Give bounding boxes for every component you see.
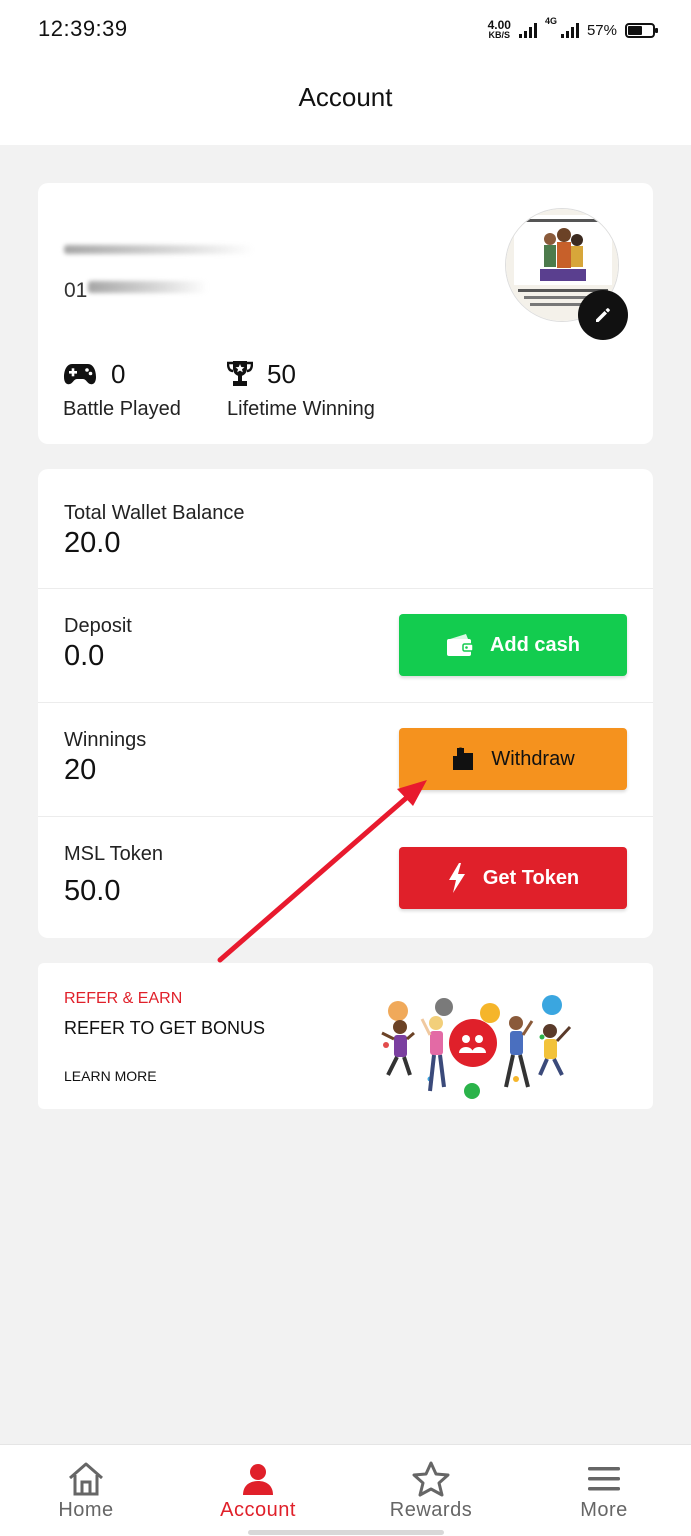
speed-value: 4.00	[487, 18, 511, 32]
edit-profile-button[interactable]	[578, 290, 628, 340]
nav-more-label: More	[580, 1499, 628, 1521]
stat-lifetime-winning: 50 Lifetime Winning	[227, 358, 375, 421]
user-phone: 01	[64, 279, 88, 302]
battle-played-value: 0	[111, 358, 126, 389]
user-phone-redacted	[88, 281, 208, 293]
nav-account-label: Account	[220, 1499, 296, 1521]
nav-rewards-label: Rewards	[389, 1499, 473, 1521]
lightning-icon	[448, 863, 465, 893]
wallet-icon	[446, 634, 474, 656]
pencil-icon	[596, 308, 610, 322]
home-icon	[69, 1462, 103, 1496]
network-type: 4G	[544, 16, 557, 26]
user-name-redacted	[64, 245, 254, 254]
winnings-row: Winnings 20 Withdraw	[38, 703, 653, 817]
home-indicator	[248, 1530, 444, 1535]
bottom-nav: Home Account Rewards More	[0, 1444, 691, 1536]
profile-card: 01 0 Battle Played 50 Lifetime Winning	[38, 183, 653, 444]
total-balance-value: 20.0	[64, 527, 121, 559]
user-icon	[243, 1464, 273, 1495]
withdraw-label: Withdraw	[491, 747, 575, 770]
total-balance-row: Total Wallet Balance 20.0	[38, 469, 653, 589]
learn-more-link[interactable]: LEARN MORE	[64, 1068, 157, 1084]
deposit-label: Deposit	[64, 615, 132, 637]
star-icon	[412, 1461, 450, 1497]
winnings-value: 20	[64, 754, 97, 786]
status-indicators: 4.00 KB/S 4G 57%	[487, 16, 658, 44]
nav-home[interactable]: Home	[0, 1445, 172, 1536]
add-cash-label: Add cash	[489, 633, 581, 656]
nav-account[interactable]: Account	[172, 1445, 344, 1536]
lifetime-winning-label: Lifetime Winning	[227, 398, 375, 420]
network-speed: 4.00 KB/S	[487, 18, 511, 40]
refer-subtitle: REFER TO GET BONUS	[64, 1018, 266, 1038]
nav-home-label: Home	[58, 1499, 114, 1521]
lifetime-winning-value: 50	[267, 358, 296, 389]
status-time: 12:39:39	[38, 16, 128, 41]
cell-signal-icon	[560, 22, 579, 38]
withdraw-button[interactable]: Withdraw	[399, 728, 627, 790]
get-token-label: Get Token	[482, 866, 580, 889]
battery-icon	[625, 22, 658, 38]
token-label: MSL Token	[64, 843, 163, 865]
nav-more[interactable]: More	[518, 1445, 690, 1536]
token-row: MSL Token 50.0 Get Token	[38, 817, 653, 938]
trophy-icon	[227, 361, 253, 386]
add-cash-button[interactable]: Add cash	[399, 614, 627, 676]
deposit-row: Deposit 0.0 Add cash	[38, 589, 653, 703]
nav-rewards[interactable]: Rewards	[345, 1445, 517, 1536]
deposit-value: 0.0	[64, 640, 105, 672]
speed-unit: KB/S	[488, 30, 511, 40]
stat-battle-played: 0 Battle Played	[63, 358, 181, 421]
refer-title: REFER & EARN	[64, 990, 183, 1007]
refer-illustration	[381, 995, 572, 1099]
menu-icon	[588, 1467, 620, 1491]
battle-played-label: Battle Played	[63, 398, 181, 420]
winnings-label: Winnings	[64, 729, 147, 751]
page-title: Account	[298, 82, 393, 112]
refer-card[interactable]: REFER & EARN REFER TO GET BONUS LEARN MO…	[38, 963, 653, 1109]
wallet-card: Total Wallet Balance 20.0 Deposit 0.0 Ad…	[38, 469, 653, 938]
gamepad-icon	[64, 364, 96, 385]
get-token-button[interactable]: Get Token	[399, 847, 627, 909]
token-value: 50.0	[64, 875, 121, 907]
battery-percent: 57%	[586, 21, 617, 39]
battery-fill	[628, 25, 642, 35]
wifi-signal-icon	[518, 22, 537, 38]
total-balance-label: Total Wallet Balance	[64, 502, 245, 524]
app-header: 12:39:39 4.00 KB/S 4G 57% Account	[0, 0, 691, 145]
withdraw-icon	[453, 747, 474, 770]
